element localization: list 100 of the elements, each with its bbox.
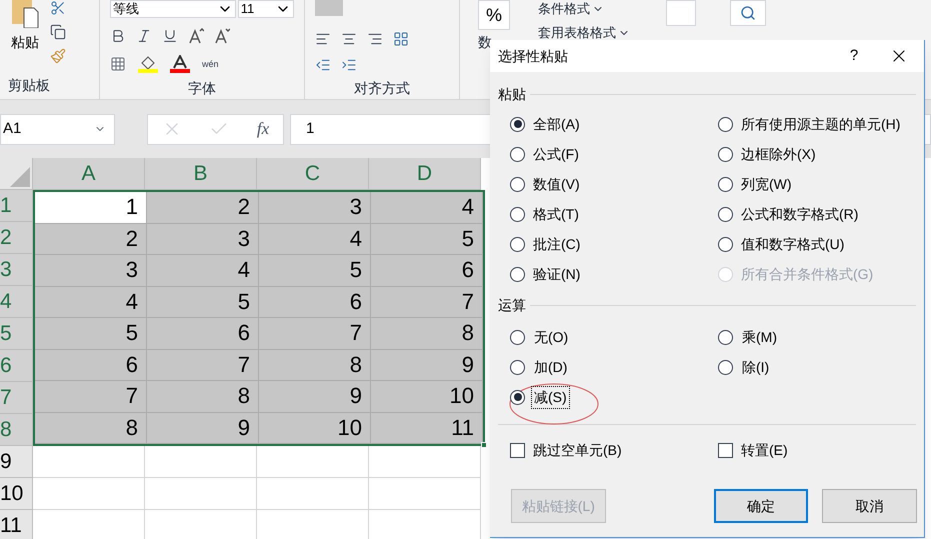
phonetic-button[interactable]: wén bbox=[202, 60, 219, 69]
table-cell: 10 bbox=[259, 412, 371, 444]
row-header[interactable]: 4 bbox=[0, 286, 33, 318]
table-cell: 6 bbox=[371, 255, 483, 286]
grow-font-icon[interactable] bbox=[188, 28, 204, 44]
paste-label[interactable]: 粘贴 bbox=[11, 32, 39, 53]
checkbox-option[interactable]: 转置(E) bbox=[718, 435, 904, 465]
row-header[interactable]: 6 bbox=[0, 350, 33, 382]
table-cell: 8 bbox=[259, 350, 371, 381]
merge-icon[interactable] bbox=[393, 31, 409, 48]
table-cell: 4 bbox=[35, 286, 147, 318]
help-button[interactable]: ? bbox=[834, 44, 874, 68]
table-cell: 5 bbox=[371, 224, 483, 255]
paste-option[interactable]: 全部(A) bbox=[510, 109, 718, 139]
paste-option[interactable]: 公式(F) bbox=[510, 139, 718, 169]
operation-option[interactable]: 无(O) bbox=[510, 322, 718, 352]
row-header[interactable]: 7 bbox=[0, 382, 33, 414]
table-cell: 4 bbox=[147, 255, 259, 286]
brush-icon[interactable] bbox=[50, 48, 66, 64]
clipboard-icon[interactable] bbox=[10, 0, 40, 28]
dialog-button[interactable]: 取消 bbox=[822, 489, 917, 523]
font-size-dropdown[interactable]: 11 bbox=[238, 0, 294, 18]
table-cell: 5 bbox=[147, 286, 259, 318]
paste-option[interactable]: 公式和数字格式(R) bbox=[718, 199, 904, 229]
table-cell: 7 bbox=[371, 286, 483, 318]
radio-button[interactable] bbox=[510, 330, 525, 344]
font-color-icon[interactable] bbox=[170, 55, 190, 74]
name-box[interactable]: A1 bbox=[0, 114, 115, 144]
paste-option[interactable]: 值和数字格式(U) bbox=[718, 229, 904, 259]
column-header[interactable]: A bbox=[33, 158, 145, 190]
radio-button[interactable] bbox=[510, 146, 525, 162]
table-cell: 7 bbox=[35, 381, 147, 412]
table-cell: 1 bbox=[35, 192, 147, 224]
radio-button[interactable] bbox=[510, 266, 525, 282]
table-cell: 3 bbox=[259, 192, 371, 224]
table-cell: 9 bbox=[259, 381, 371, 412]
paste-option[interactable]: 所有使用源主题的单元(H) bbox=[718, 109, 904, 139]
section-label: 运算 bbox=[498, 296, 526, 315]
radio-button[interactable] bbox=[510, 390, 525, 404]
radio-button[interactable] bbox=[510, 206, 525, 222]
styles-menu-item[interactable]: 条件格式 bbox=[538, 0, 590, 18]
scissors-icon[interactable] bbox=[50, 0, 66, 16]
table-cell: 11 bbox=[371, 412, 483, 444]
italic-icon[interactable] bbox=[136, 28, 152, 44]
checkbox-option[interactable]: 跳过空单元(B) bbox=[510, 435, 718, 465]
row-header[interactable]: 11 bbox=[0, 510, 33, 539]
underline-icon[interactable] bbox=[162, 28, 178, 44]
column-header[interactable]: D bbox=[369, 158, 481, 190]
radio-button[interactable] bbox=[718, 116, 733, 132]
radio-button[interactable] bbox=[718, 176, 733, 192]
section-label: 粘贴 bbox=[498, 85, 526, 104]
column-header[interactable]: C bbox=[257, 158, 369, 190]
row-header[interactable]: 5 bbox=[0, 318, 33, 350]
row-header[interactable]: 10 bbox=[0, 478, 33, 510]
table-cell: 5 bbox=[35, 318, 147, 350]
row-header[interactable]: 9 bbox=[0, 446, 33, 478]
table-cell: 5 bbox=[259, 255, 371, 286]
row-header[interactable]: 3 bbox=[0, 254, 33, 286]
paste-option[interactable]: 边框除外(X) bbox=[718, 139, 904, 169]
radio-button[interactable] bbox=[510, 236, 525, 252]
paste-option[interactable]: 格式(T) bbox=[510, 199, 718, 229]
percent-button[interactable]: % bbox=[478, 0, 510, 30]
table-cell: 4 bbox=[371, 192, 483, 224]
copy-icon[interactable] bbox=[50, 24, 66, 40]
shrink-font-icon[interactable] bbox=[214, 28, 230, 44]
table-cell: 6 bbox=[35, 350, 147, 381]
paste-option[interactable]: 数值(V) bbox=[510, 169, 718, 199]
group-label: 对齐方式 bbox=[354, 79, 410, 98]
dialog-button[interactable]: 确定 bbox=[714, 489, 808, 523]
column-header[interactable]: B bbox=[145, 158, 257, 190]
operation-option[interactable]: 加(D) bbox=[510, 352, 718, 382]
radio-button[interactable] bbox=[718, 360, 733, 374]
find-button[interactable] bbox=[730, 0, 766, 26]
row-header[interactable]: 1 bbox=[0, 190, 33, 222]
insert-function-button[interactable]: fx bbox=[256, 116, 270, 142]
table-cell: 9 bbox=[147, 412, 259, 444]
operation-option[interactable]: 减(S) bbox=[510, 382, 718, 412]
operation-option[interactable]: 除(I) bbox=[718, 352, 904, 382]
row-header[interactable]: 2 bbox=[0, 222, 33, 254]
fill-color-icon[interactable] bbox=[138, 55, 158, 74]
border-icon[interactable] bbox=[110, 56, 126, 72]
paste-option[interactable]: 列宽(W) bbox=[718, 169, 904, 199]
font-name-dropdown[interactable]: 等线 bbox=[110, 0, 236, 18]
radio-button[interactable] bbox=[718, 330, 733, 344]
radio-button[interactable] bbox=[718, 206, 733, 222]
radio-button[interactable] bbox=[718, 146, 733, 162]
operation-option[interactable]: 乘(M) bbox=[718, 322, 904, 352]
styles-menu-item[interactable]: 套用表格格式 bbox=[538, 24, 616, 42]
row-header[interactable]: 8 bbox=[0, 414, 33, 446]
table-cell: 9 bbox=[371, 350, 483, 381]
table-cell: 4 bbox=[259, 224, 371, 255]
radio-button[interactable] bbox=[510, 360, 525, 374]
search-icon[interactable] bbox=[740, 5, 756, 21]
table-cell: 10 bbox=[371, 381, 483, 412]
radio-button[interactable] bbox=[510, 176, 525, 192]
paste-option[interactable]: 批注(C) bbox=[510, 229, 718, 259]
radio-button[interactable] bbox=[718, 236, 733, 252]
paste-option[interactable]: 验证(N) bbox=[510, 259, 718, 289]
radio-button[interactable] bbox=[510, 116, 525, 132]
fill-handle[interactable] bbox=[481, 442, 487, 448]
